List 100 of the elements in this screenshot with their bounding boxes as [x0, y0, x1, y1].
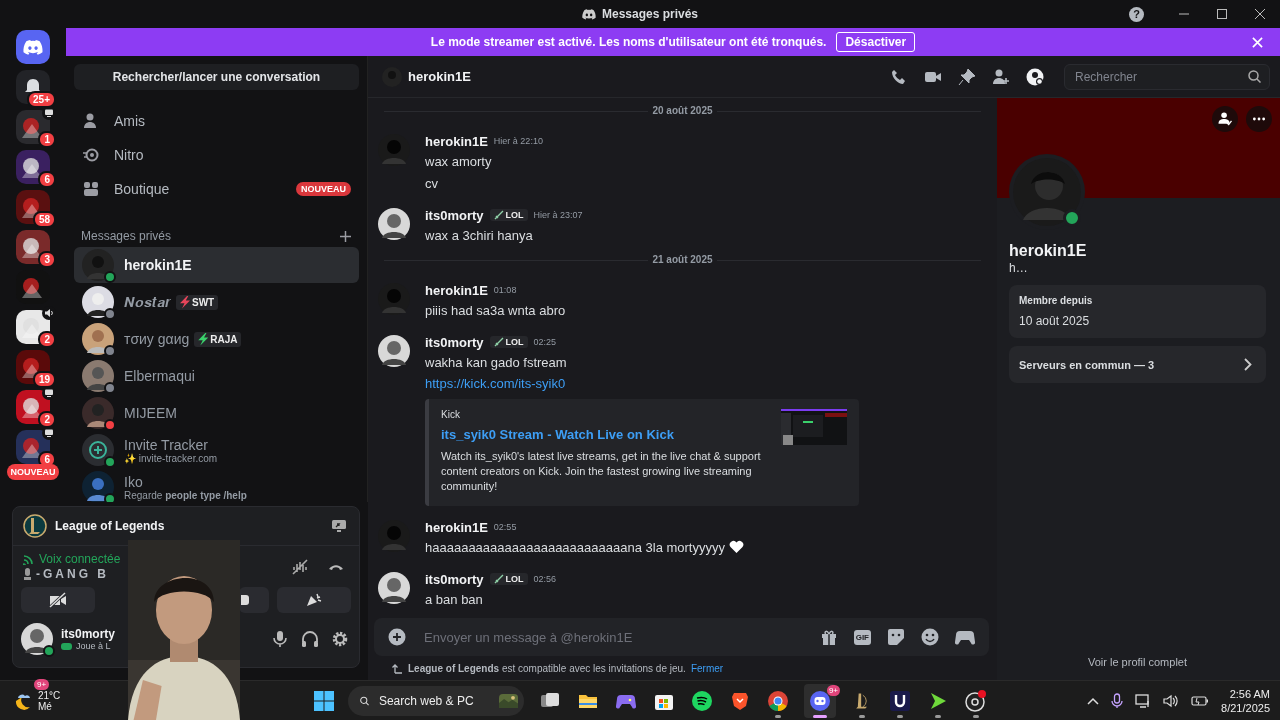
- tag-text: SWT: [192, 296, 215, 308]
- search-bar[interactable]: Rechercher: [1064, 63, 1270, 90]
- headphones-icon[interactable]: [301, 630, 319, 648]
- conversation-name: MIJEEM: [124, 405, 177, 421]
- plus-icon[interactable]: [340, 230, 351, 242]
- network-icon[interactable]: [1135, 692, 1152, 709]
- conversation-item[interactable]: Elbermaqui: [74, 358, 359, 394]
- soundboard-icon: [305, 592, 323, 608]
- conversation-item[interactable]: 𝑵𝒐𝒔𝒕𝒂𝒓 SWT: [74, 284, 359, 320]
- tag-text: RAJA: [210, 333, 238, 345]
- stream-screen-icon[interactable]: [331, 518, 347, 534]
- running-indicator: [775, 714, 781, 718]
- pin-icon[interactable]: [958, 67, 976, 86]
- clock-date: 8/21/2025: [1221, 701, 1270, 714]
- activity-button[interactable]: [239, 587, 269, 613]
- conversation-name: Elbermaqui: [124, 368, 195, 384]
- hint-text: League of Legends est compatible avec les invitations de jeu.: [408, 662, 686, 674]
- more-icon[interactable]: [1246, 106, 1272, 132]
- nav-item[interactable]: Boutique NOUVEAU: [74, 172, 359, 205]
- embed-title[interactable]: its_syik0 Stream - Watch Live on Kick: [441, 427, 769, 442]
- timestamp: 01:08: [493, 285, 517, 295]
- timestamp: Hier à 22:10: [493, 136, 543, 146]
- timestamp: 02:25: [533, 337, 557, 347]
- unread-badge: 2: [38, 331, 56, 348]
- league-logo-icon: [23, 514, 47, 538]
- author-name[interactable]: its0morty: [425, 571, 484, 587]
- timestamp: 02:55: [493, 522, 517, 532]
- microphone-icon[interactable]: [271, 630, 289, 648]
- start-icon[interactable]: [314, 690, 334, 711]
- message-text: cv: [425, 175, 438, 191]
- search-field[interactable]: Search web & PC: [376, 692, 491, 709]
- nav-label: Boutique: [114, 180, 171, 197]
- voice-status: Voix connectée: [39, 552, 121, 566]
- add-friend-icon[interactable]: [992, 67, 1010, 86]
- message-composer[interactable]: Envoyer un message à @herokin1E GIF: [374, 618, 989, 656]
- friend-check-icon[interactable]: [1212, 106, 1238, 132]
- emoji-icon[interactable]: [921, 628, 939, 646]
- maximize-icon[interactable]: [1216, 8, 1228, 20]
- author-name[interactable]: herokin1E: [425, 519, 488, 535]
- running-indicator: [973, 714, 979, 718]
- conversation-item[interactable]: Invite Tracker ✨ invite-tracker.com: [74, 432, 359, 468]
- deactivate-button[interactable]: Désactiver: [836, 32, 916, 52]
- shop-icon: [82, 179, 100, 198]
- server-icon[interactable]: [16, 190, 50, 224]
- conversation-name: Invite Tracker: [124, 436, 209, 453]
- conversation-item[interactable]: Iko Regarde people type /help: [74, 469, 359, 502]
- author-name[interactable]: herokin1E: [425, 133, 488, 149]
- nav-label: Amis: [114, 112, 147, 129]
- microphone-icon: [23, 568, 32, 580]
- nav-item[interactable]: Amis: [74, 104, 359, 137]
- notification-badge: 9+: [34, 678, 50, 690]
- search-bar[interactable]: Search web & PC: [348, 685, 524, 716]
- server-icon[interactable]: [16, 150, 50, 184]
- message-link[interactable]: https://kick.com/its-syik0: [425, 373, 859, 395]
- clock[interactable]: 2:56 AM 8/21/2025: [1221, 687, 1270, 714]
- tag-text: LOL: [505, 574, 524, 584]
- full-profile-link[interactable]: Voir le profil complet: [1087, 656, 1187, 668]
- arrow-up-icon: [392, 662, 403, 674]
- gift-icon[interactable]: [819, 628, 838, 646]
- author-name[interactable]: herokin1E: [425, 282, 488, 298]
- close-link[interactable]: Fermer: [690, 662, 724, 674]
- volume-icon[interactable]: [1163, 692, 1180, 709]
- soundboard-button[interactable]: [277, 587, 351, 613]
- sticker-icon[interactable]: [887, 628, 905, 646]
- search-field[interactable]: Rechercher: [1073, 68, 1248, 85]
- home-button[interactable]: [16, 30, 50, 64]
- server-icon[interactable]: [16, 230, 50, 264]
- noise-suppression-icon[interactable]: [291, 557, 309, 576]
- message-text: haaaaaaaaaaaaaaaaaaaaaaaaaaana 3la mortyyyyy: [425, 539, 725, 555]
- settings-icon[interactable]: [331, 630, 349, 648]
- recipient-name: herokin1E: [408, 69, 472, 84]
- server-icon[interactable]: [16, 350, 50, 384]
- plus-circle-icon[interactable]: [388, 628, 406, 646]
- author-name[interactable]: its0morty: [425, 334, 484, 350]
- camera-off-button[interactable]: [21, 587, 95, 613]
- conversation-item[interactable]: herokin1E: [74, 247, 359, 283]
- clock-time: 2:56 AM: [1229, 687, 1270, 700]
- battery-icon[interactable]: [1191, 693, 1210, 708]
- temperature: 21°C: [38, 689, 61, 701]
- search-button[interactable]: Rechercher/lancer une conversation: [74, 64, 359, 90]
- author-name[interactable]: its0morty: [425, 207, 484, 223]
- profile-name: herokin1E: [1009, 242, 1088, 260]
- help-button[interactable]: ?: [1129, 6, 1144, 22]
- message-text: wax amorty: [425, 153, 492, 169]
- message-input[interactable]: Envoyer un message à @herokin1E: [422, 628, 804, 646]
- section-title: Messages privés: [81, 229, 172, 243]
- nav-item[interactable]: Nitro: [74, 138, 359, 171]
- microphone-icon[interactable]: [1111, 692, 1124, 709]
- conversation-name: 𝑵𝒐𝒔𝒕𝒂𝒓: [124, 293, 171, 311]
- chevron-up-icon[interactable]: [1087, 696, 1100, 705]
- mutual-servers-button[interactable]: Serveurs en commun — 3: [1009, 346, 1266, 383]
- sword-icon: [493, 574, 504, 584]
- conversation-item[interactable]: MIJEEM: [74, 395, 359, 431]
- profile-icon[interactable]: [1026, 67, 1044, 86]
- close-icon[interactable]: [1254, 8, 1266, 20]
- phone-icon[interactable]: [890, 67, 908, 86]
- unread-badge: 6: [38, 171, 56, 188]
- notification-badge: 9+: [826, 684, 840, 696]
- conversation-item[interactable]: тσиу gαиg RAJA: [74, 321, 359, 357]
- gif-button[interactable]: GIF: [853, 629, 871, 645]
